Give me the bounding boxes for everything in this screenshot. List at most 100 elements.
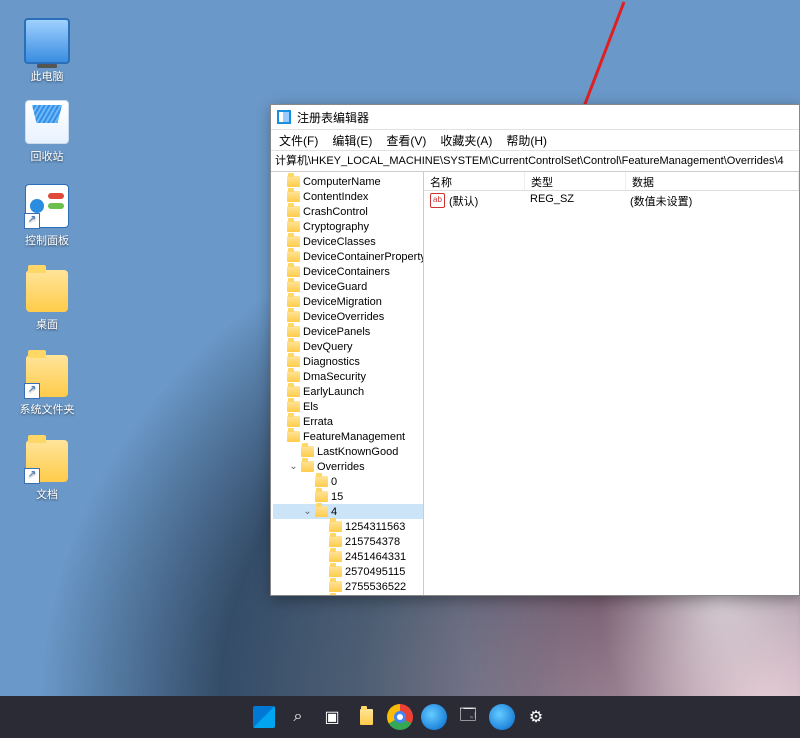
- registry-tree[interactable]: ComputerName ContentIndexCrashControlCryp…: [271, 172, 424, 595]
- list-header[interactable]: 名称 类型 数据: [424, 172, 799, 191]
- desktop-icon-desk[interactable]: 桌面: [12, 270, 82, 332]
- folder-icon: [26, 270, 68, 312]
- tree-node-label: 15: [331, 491, 343, 503]
- tree-node[interactable]: ContentIndex: [273, 189, 423, 204]
- desktop-icon-label: 桌面: [12, 316, 82, 332]
- menu-item[interactable]: 查看(V): [386, 132, 426, 149]
- folder-icon: [287, 221, 300, 232]
- tree-node[interactable]: ComputerName: [273, 174, 423, 189]
- tree-node[interactable]: DevQuery: [273, 339, 423, 354]
- tree-node[interactable]: 2451464331: [273, 549, 423, 564]
- tree-node[interactable]: DevicePanels: [273, 324, 423, 339]
- settings-icon[interactable]: ⚙: [523, 704, 549, 730]
- col-data[interactable]: 数据: [626, 172, 799, 190]
- folder-icon: [329, 581, 342, 592]
- cp-icon: ↗: [25, 184, 69, 228]
- tree-node-label: DeviceClasses: [303, 236, 376, 248]
- start-button[interactable]: [251, 704, 277, 730]
- folder-icon: [329, 536, 342, 547]
- tree-node[interactable]: Cryptography: [273, 219, 423, 234]
- tree-node[interactable]: Els: [273, 399, 423, 414]
- menu-item[interactable]: 收藏夹(A): [440, 132, 492, 149]
- tree-node[interactable]: DeviceGuard: [273, 279, 423, 294]
- desktop-icon-bin[interactable]: 回收站: [12, 100, 82, 164]
- desktop-icon-doc[interactable]: ↗文档: [12, 440, 82, 502]
- tree-node-label: 2570495115: [345, 566, 405, 578]
- tree-node-label: LastKnownGood: [317, 446, 398, 458]
- menu-item[interactable]: 文件(F): [279, 132, 318, 149]
- tree-node-label: DevQuery: [303, 341, 353, 353]
- tree-node[interactable]: DeviceContainerPropertyUpda: [273, 249, 423, 264]
- tree-node[interactable]: DmaSecurity: [273, 369, 423, 384]
- value-list: 名称 类型 数据 (默认)REG_SZ(数值未设置): [424, 172, 799, 595]
- folder-icon: [301, 446, 314, 457]
- tree-node-label: DeviceOverrides: [303, 311, 384, 323]
- browser-icon[interactable]: [421, 704, 447, 730]
- tree-node[interactable]: LastKnownGood: [273, 444, 423, 459]
- tree-node-label: DeviceContainers: [303, 266, 390, 278]
- tree-node-label: ContentIndex: [303, 191, 368, 203]
- tree-node[interactable]: DeviceClasses: [273, 234, 423, 249]
- tree-node[interactable]: EarlyLaunch: [273, 384, 423, 399]
- desktop-icon-label: 回收站: [12, 148, 82, 164]
- folder-icon: [287, 416, 300, 427]
- tree-node[interactable]: 0: [273, 474, 423, 489]
- folder-icon: [360, 709, 373, 725]
- value-row[interactable]: (默认)REG_SZ(数值未设置): [424, 191, 799, 211]
- registry-editor-window: 注册表编辑器 文件(F) 编辑(E) 查看(V) 收藏夹(A) 帮助(H) 计算机\HK…: [270, 104, 800, 596]
- col-name[interactable]: 名称: [424, 172, 525, 190]
- value-data: (数值未设置): [624, 192, 799, 210]
- tree-node[interactable]: Errata: [273, 414, 423, 429]
- folder-icon: [287, 386, 300, 397]
- folder-icon: [287, 356, 300, 367]
- tree-node[interactable]: FeatureManagement: [273, 429, 423, 444]
- folder-icon: [287, 251, 300, 262]
- tree-node-label: 0: [331, 476, 337, 488]
- tree-node[interactable]: DeviceOverrides: [273, 309, 423, 324]
- tree-node[interactable]: 2786979467: [273, 594, 423, 595]
- tree-node-label: Errata: [303, 416, 333, 428]
- tree-node[interactable]: 2755536522: [273, 579, 423, 594]
- shortcut-badge-icon: ↗: [24, 213, 40, 229]
- expand-toggle-icon[interactable]: ⌄: [303, 506, 312, 517]
- tree-node[interactable]: ⌄4: [273, 504, 423, 519]
- search-icon[interactable]: ⌕: [285, 704, 311, 730]
- tree-node[interactable]: CrashControl: [273, 204, 423, 219]
- bin-icon: [25, 100, 69, 144]
- chrome-icon[interactable]: [387, 704, 413, 730]
- registry-icon: [277, 110, 291, 124]
- tree-node[interactable]: Diagnostics: [273, 354, 423, 369]
- tree-node[interactable]: 1254311563: [273, 519, 423, 534]
- desktop-icon-label: 系统文件夹: [12, 401, 82, 417]
- menu-item[interactable]: 帮助(H): [506, 132, 547, 149]
- folder-icon: [287, 266, 300, 277]
- address-bar[interactable]: 计算机\HKEY_LOCAL_MACHINE\SYSTEM\CurrentCon…: [271, 151, 799, 172]
- menu-item[interactable]: 编辑(E): [332, 132, 372, 149]
- desktop-icon-pc[interactable]: 此电脑: [12, 18, 82, 84]
- file-explorer-icon[interactable]: [353, 704, 379, 730]
- folder-icon: [287, 206, 300, 217]
- desktop-icon-cp[interactable]: ↗控制面板: [12, 184, 82, 248]
- tree-node-label: FeatureManagement: [303, 431, 405, 443]
- tree-node-label: DevicePanels: [303, 326, 370, 338]
- folder-icon: [315, 476, 328, 487]
- tree-node[interactable]: DeviceContainers: [273, 264, 423, 279]
- col-type[interactable]: 类型: [525, 172, 626, 190]
- expand-toggle-icon[interactable]: ⌄: [289, 461, 298, 472]
- tree-node[interactable]: 15: [273, 489, 423, 504]
- value-name: (默认): [449, 196, 478, 208]
- folder-icon: [287, 281, 300, 292]
- tree-node[interactable]: 215754378: [273, 534, 423, 549]
- pinned-app-1[interactable]: 🗔: [455, 704, 481, 730]
- titlebar[interactable]: 注册表编辑器: [271, 105, 799, 130]
- folder-icon: [329, 551, 342, 562]
- tree-node-label: 4: [331, 506, 337, 518]
- desktop-icon-label: 此电脑: [12, 68, 82, 84]
- folder-icon: [287, 311, 300, 322]
- tree-node[interactable]: ⌄Overrides: [273, 459, 423, 474]
- pinned-app-2[interactable]: [489, 704, 515, 730]
- desktop-icon-misc[interactable]: ↗系统文件夹: [12, 355, 82, 417]
- task-view-icon[interactable]: ▣: [319, 704, 345, 730]
- tree-node[interactable]: 2570495115: [273, 564, 423, 579]
- tree-node[interactable]: DeviceMigration: [273, 294, 423, 309]
